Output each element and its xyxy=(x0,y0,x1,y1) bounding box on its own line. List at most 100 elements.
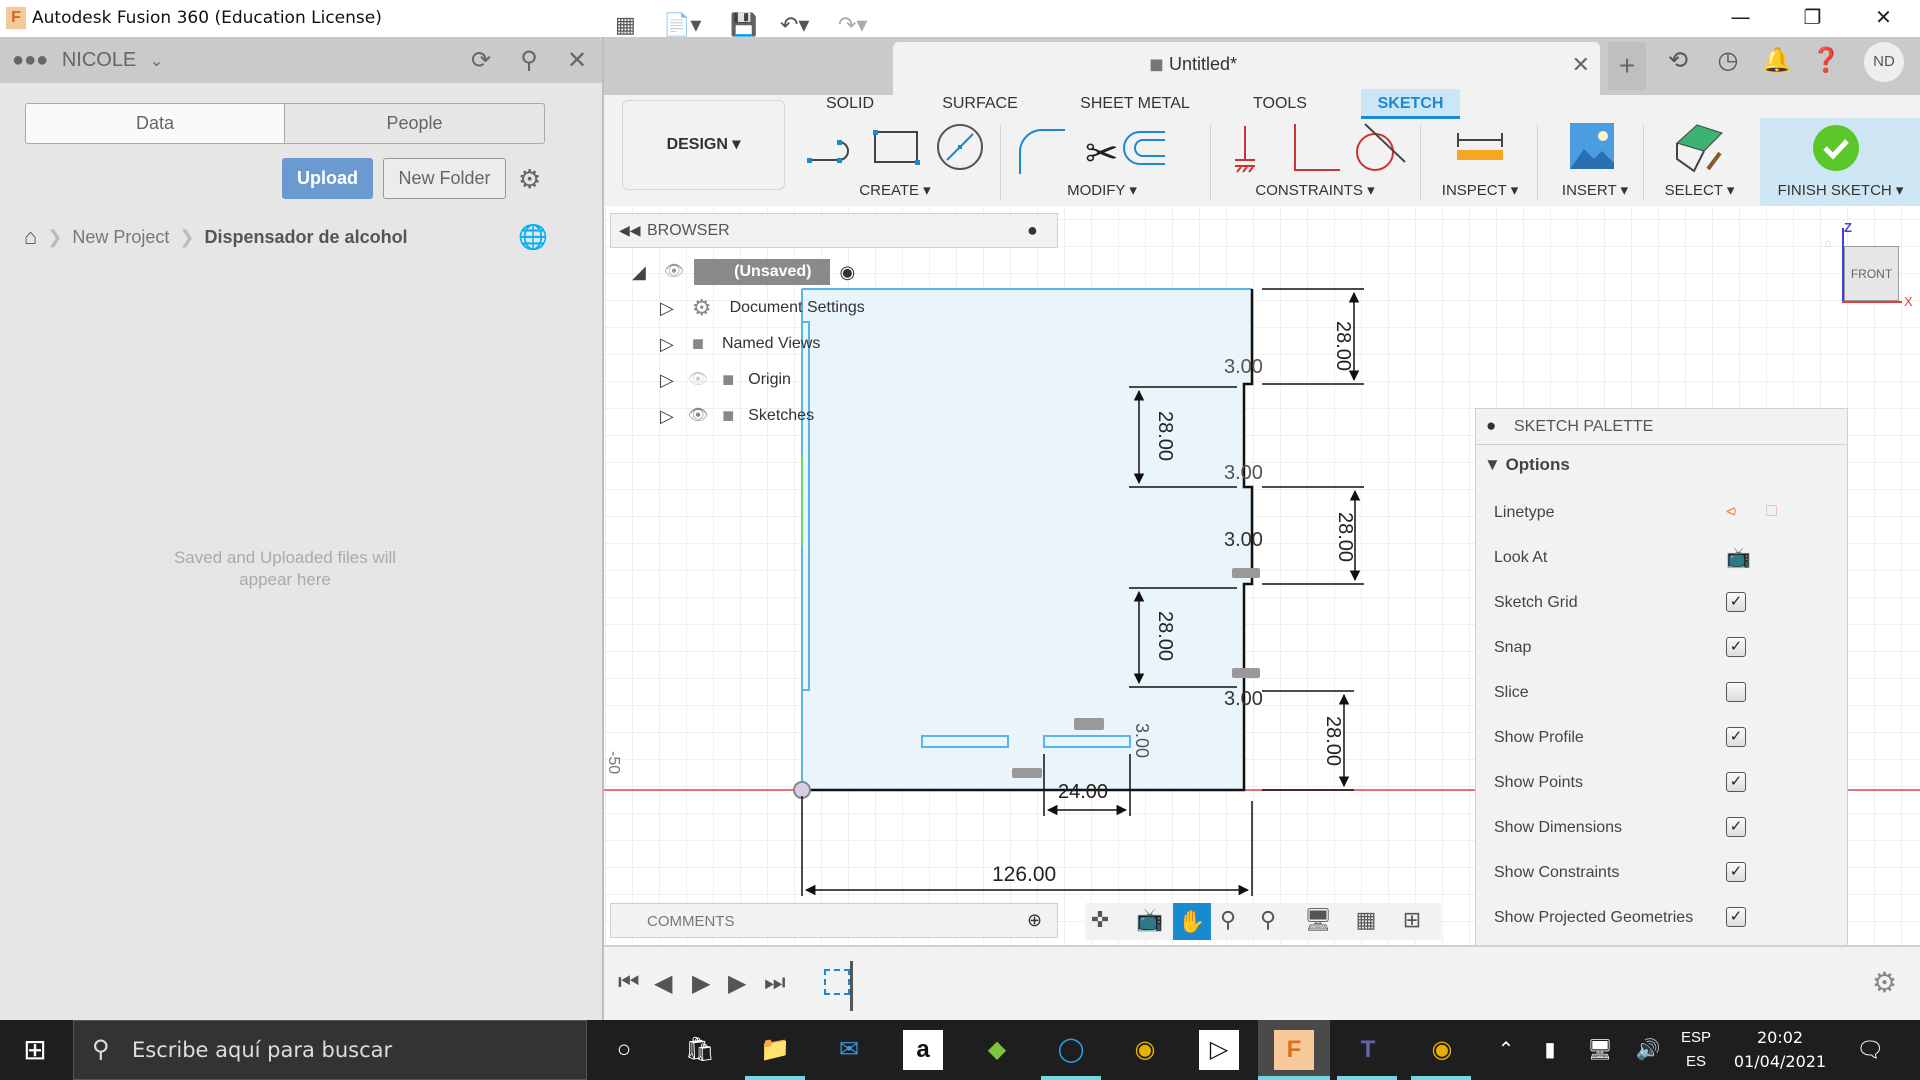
sketch-profile[interactable] xyxy=(802,289,1252,790)
sketch-grid-checkbox[interactable]: ✓ xyxy=(1726,592,1746,612)
taskbar-clock[interactable]: 20:02 01/04/2021 xyxy=(1720,1026,1840,1074)
search-icon[interactable]: ⚲ xyxy=(514,46,544,75)
fit-window-icon[interactable]: ⚲ xyxy=(1253,907,1283,933)
origin-point[interactable] xyxy=(793,781,811,799)
breadcrumb-project[interactable]: New Project xyxy=(72,227,169,248)
new-tab-button[interactable]: + xyxy=(1608,42,1646,90)
insert-menu[interactable]: INSERT ▾ xyxy=(1550,181,1640,199)
visibility-eye-icon[interactable]: 👁 xyxy=(664,257,684,287)
extensions-icon[interactable]: ⟲ xyxy=(1658,46,1698,75)
activate-radio-icon[interactable]: ◉ xyxy=(840,257,856,287)
taskbar-search[interactable]: ⚲ Escribe aquí para buscar xyxy=(73,1020,587,1080)
measure-tool-icon[interactable] xyxy=(1455,130,1505,165)
pan-hand-icon[interactable]: ✋ xyxy=(1173,903,1211,940)
amazon-icon[interactable]: a xyxy=(903,1030,943,1070)
tab-people[interactable]: People xyxy=(284,103,545,144)
workspace-switcher[interactable]: DESIGN ▾ xyxy=(622,100,785,190)
dimension-text[interactable]: 3.00 xyxy=(1224,529,1263,552)
show-constraints-checkbox[interactable]: ✓ xyxy=(1726,862,1746,882)
data-panel-grid-icon[interactable]: ▦ xyxy=(615,12,636,38)
close-panel-icon[interactable]: ✕ xyxy=(562,46,592,75)
dimension-text[interactable]: 3.00 xyxy=(1224,688,1263,711)
browser-item-document-settings[interactable]: ▷ ⚙ Document Settings xyxy=(660,293,865,323)
volume-icon[interactable]: 🔊 xyxy=(1628,1030,1668,1070)
file-menu-icon[interactable]: 📄▾ xyxy=(663,12,701,38)
zoom-icon[interactable]: ⚲ xyxy=(1213,907,1243,933)
visibility-eye-icon[interactable]: 👁 xyxy=(688,401,708,431)
globe-visibility-icon[interactable]: 🌐 xyxy=(518,223,548,252)
step-forward-icon[interactable]: ▶ xyxy=(728,969,746,998)
dimension-text[interactable]: 24.00 xyxy=(1058,781,1108,804)
cortana-icon[interactable]: ○ xyxy=(604,1030,644,1070)
expand-triangle-icon[interactable]: ▷ xyxy=(660,365,674,395)
root-component[interactable]: (Unsaved) xyxy=(694,259,830,285)
rectangle-tool-icon[interactable] xyxy=(873,130,920,165)
mail-icon[interactable]: ✉ xyxy=(829,1030,869,1070)
perpendicular-constraint-icon[interactable] xyxy=(1294,124,1340,171)
dimension-text[interactable]: 28.00 xyxy=(1321,716,1344,766)
grid-settings-icon[interactable]: ▦ xyxy=(1351,907,1381,933)
user-avatar[interactable]: ND xyxy=(1864,42,1904,82)
dimension-text[interactable]: 28.00 xyxy=(1333,512,1356,562)
fillet-tool-icon[interactable] xyxy=(1019,129,1065,174)
settings-gear-icon[interactable]: ⚙ xyxy=(518,164,541,195)
go-to-start-icon[interactable]: ⏮ xyxy=(618,969,640,997)
insert-image-icon[interactable] xyxy=(1570,123,1614,169)
fix-constraint-icon[interactable] xyxy=(1235,126,1255,173)
sketch-feature-icon[interactable] xyxy=(824,969,850,995)
viewcube-front-face[interactable]: FRONT xyxy=(1844,246,1899,301)
tab-sketch[interactable]: SKETCH xyxy=(1361,89,1460,119)
orbit-icon[interactable]: ✜ xyxy=(1085,907,1115,933)
expand-triangle-icon[interactable]: ▷ xyxy=(660,329,674,359)
minimize-button[interactable]: — xyxy=(1713,0,1768,34)
select-tool-icon[interactable] xyxy=(1672,123,1727,173)
display-settings-icon[interactable]: 🖥 xyxy=(1303,907,1333,933)
play-icon[interactable]: ▶ xyxy=(692,969,710,998)
viewports-icon[interactable]: ⊞ xyxy=(1397,907,1427,933)
trim-scissors-icon[interactable]: ✂ xyxy=(1085,132,1119,176)
tab-sheet-metal[interactable]: SHEET METAL xyxy=(1075,89,1195,119)
snap-checkbox[interactable]: ✓ xyxy=(1726,637,1746,657)
chrome-profile-icon[interactable]: ◉ xyxy=(1422,1030,1462,1070)
create-menu[interactable]: CREATE ▾ xyxy=(850,181,940,199)
step-back-icon[interactable]: ◀ xyxy=(654,969,672,998)
new-folder-button[interactable]: New Folder xyxy=(383,158,506,199)
dimension-text[interactable]: 28.00 xyxy=(1331,321,1354,371)
save-icon[interactable]: 💾 xyxy=(730,12,757,38)
modify-menu[interactable]: MODIFY ▾ xyxy=(1057,181,1147,199)
tab-tools[interactable]: TOOLS xyxy=(1240,89,1320,119)
home-view-icon[interactable]: ⌂ xyxy=(1824,236,1838,250)
finish-sketch-menu[interactable]: FINISH SKETCH ▾ xyxy=(1763,181,1918,199)
look-at-icon[interactable]: 📺 xyxy=(1135,907,1165,933)
minimize-browser-icon[interactable]: ● xyxy=(1027,220,1038,241)
upload-button[interactable]: Upload xyxy=(282,158,373,199)
show-dimensions-checkbox[interactable]: ✓ xyxy=(1726,817,1746,837)
collapse-palette-icon[interactable]: ● xyxy=(1486,416,1496,436)
show-profile-checkbox[interactable]: ✓ xyxy=(1726,727,1746,747)
tab-solid[interactable]: SOLID xyxy=(815,89,885,119)
timeline-settings-gear-icon[interactable]: ⚙ xyxy=(1872,966,1897,999)
notifications-bell-icon[interactable]: 🔔 xyxy=(1757,46,1797,75)
inspect-menu[interactable]: INSPECT ▾ xyxy=(1430,181,1530,199)
look-at-icon[interactable]: 📺 xyxy=(1726,545,1751,570)
undo-icon[interactable]: ↶▾ xyxy=(780,12,809,38)
home-icon[interactable]: ⌂ xyxy=(24,224,37,250)
centerline-linetype-icon[interactable]: □ xyxy=(1766,500,1777,521)
chrome-icon[interactable]: ◉ xyxy=(1125,1030,1165,1070)
expand-triangle-icon[interactable]: ▷ xyxy=(660,401,674,431)
tangent-constraint-icon[interactable] xyxy=(1356,123,1406,171)
show-projected-geometries-checkbox[interactable]: ✓ xyxy=(1726,907,1746,927)
viewcube[interactable]: ⌂ FRONT Z X xyxy=(1824,220,1913,309)
show-hidden-icons-chevron[interactable]: ⌃ xyxy=(1486,1030,1526,1070)
line-tool-icon[interactable] xyxy=(807,140,849,163)
browser-item-origin[interactable]: ▷ 👁 ■ Origin xyxy=(660,365,791,395)
fusion-360-taskbar-icon[interactable]: F xyxy=(1274,1030,1314,1070)
microsoft-store-icon[interactable]: 🛍 xyxy=(680,1030,720,1070)
breadcrumb-folder[interactable]: Dispensador de alcohol xyxy=(205,227,408,248)
dimension-text[interactable]: 3.00 xyxy=(1224,462,1263,485)
dimension-text[interactable]: 3.00 xyxy=(1224,356,1263,379)
language-indicator[interactable]: ESP ES xyxy=(1676,1026,1716,1074)
dimension-text[interactable]: 3.00 xyxy=(1131,723,1152,758)
tab-data[interactable]: Data xyxy=(25,103,285,144)
hidden-eye-icon[interactable]: 👁 xyxy=(688,365,708,395)
